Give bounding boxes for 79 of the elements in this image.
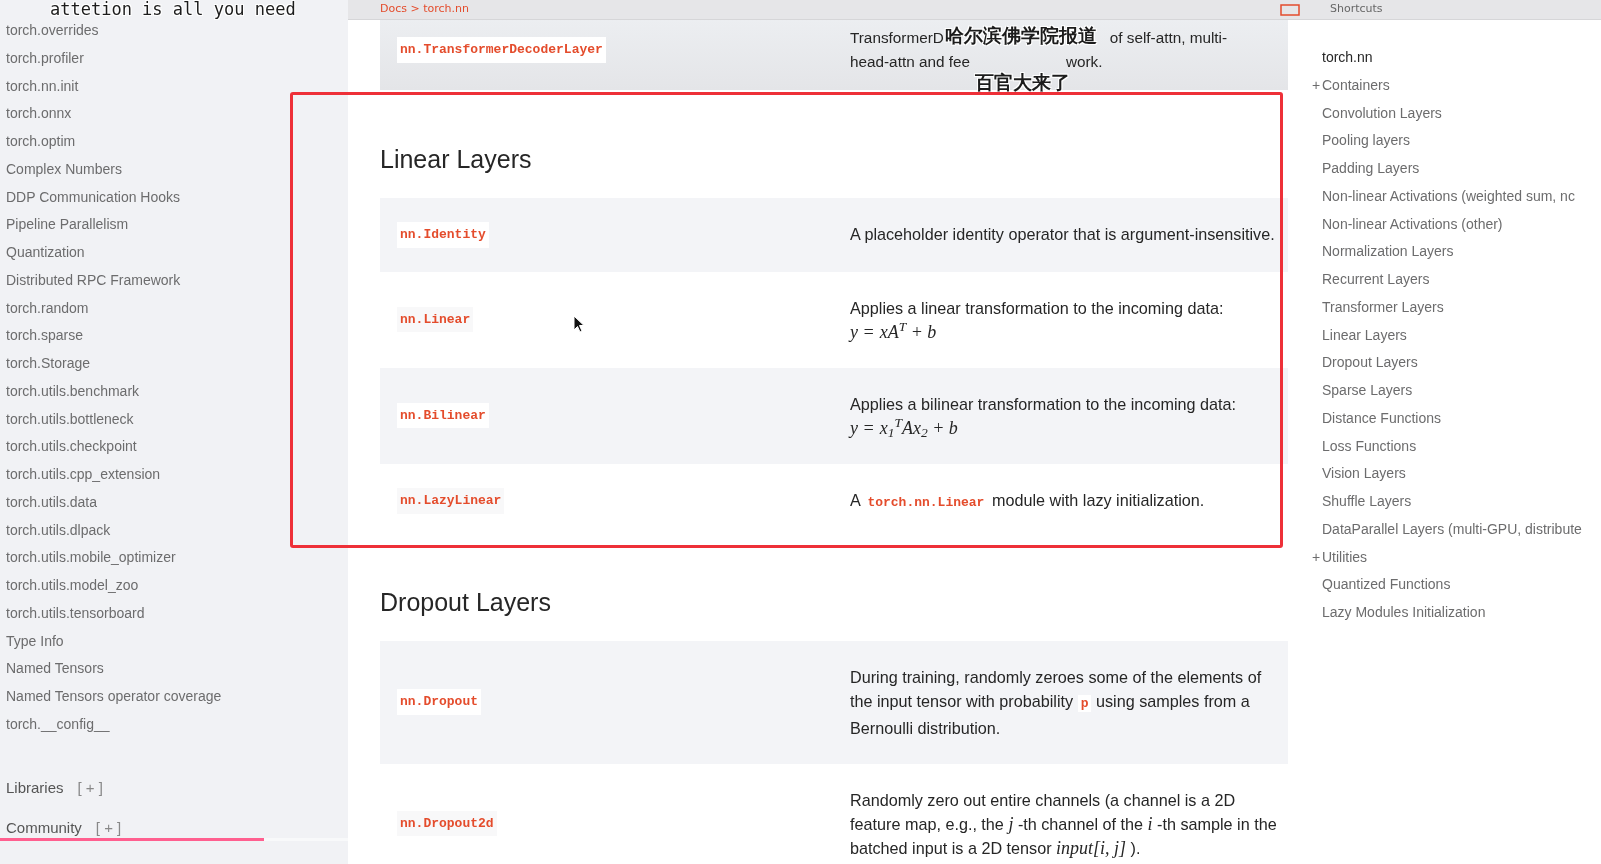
toc-item[interactable]: Distance Functions <box>1322 404 1442 433</box>
toc-item[interactable]: Loss Functions <box>1322 432 1417 461</box>
description-text: work. <box>1065 52 1103 72</box>
subtitle-text: 百官大来了 <box>975 72 1070 94</box>
sidebar-item[interactable]: torch.utils.mobile_optimizer <box>0 544 348 572</box>
description-text: During training, randomly zeroes some of the elements of the input tensor with probability p using samples from a Bernoulli distribution. <box>850 666 1263 739</box>
shortcut-icon[interactable] <box>1280 3 1300 16</box>
section-heading: Dropout Layers <box>380 586 552 618</box>
sidebar-item[interactable]: DDP Communication Hooks <box>0 183 348 212</box>
code-link[interactable]: nn.Identity <box>397 222 489 248</box>
toc-item[interactable]: Lazy Modules Initialization <box>1322 599 1486 627</box>
sidebar-item[interactable]: Type Info <box>0 627 348 656</box>
description-text: Applies a bilinear transformation to the incoming data: y = x$_{1}$$^{T}$Ax$_{2}$ + b <box>850 393 1238 440</box>
description-text: A torch.nn.Linear module with lazy initialization. <box>850 489 1206 513</box>
sidebar-item[interactable]: Named Tensors <box>0 655 348 683</box>
expand-toggle[interactable]: [ + ] <box>95 817 122 840</box>
toc-item[interactable]: Recurrent Layers <box>1322 266 1430 294</box>
code-link[interactable]: nn.LazyLinear <box>397 488 505 514</box>
toc-item[interactable]: Padding Layers <box>1322 155 1420 183</box>
code-link[interactable]: nn.Bilinear <box>397 402 489 429</box>
sidebar-item[interactable]: Named Tensors operator coverage <box>0 683 348 711</box>
toc-item[interactable]: Non-linear Activations (other) <box>1322 210 1503 239</box>
toc-item[interactable]: Transformer Layers <box>1322 293 1444 322</box>
toc-item[interactable]: Sparse Layers <box>1322 377 1413 405</box>
sidebar-item[interactable]: torch.utils.bottleneck <box>0 405 348 434</box>
sidebar-item[interactable]: torch.utils.cpp_extension <box>0 461 348 489</box>
sidebar-item[interactable]: Complex Numbers <box>0 155 348 184</box>
sidebar-item[interactable]: torch.nn.init <box>0 72 348 101</box>
sidebar-item[interactable]: torch.optim <box>0 128 348 156</box>
description-text: A placeholder identity operator that is argument-insensitive. <box>850 224 1276 245</box>
description-text: TransformerD <box>850 28 944 48</box>
video-progress-bar[interactable] <box>0 838 348 841</box>
toc-item[interactable]: Linear Layers <box>1322 321 1407 350</box>
toc-item[interactable]: torch.nn <box>1322 44 1373 72</box>
sidebar-item[interactable]: torch.utils.model_zoo <box>0 572 348 600</box>
code-link[interactable]: nn.Dropout2d <box>397 810 497 837</box>
code-link[interactable]: nn.Dropout <box>397 689 481 715</box>
description-text: Applies a linear transformation to the incoming data: y = xA$^{T}$ + b <box>850 297 1225 344</box>
sidebar-item[interactable]: torch.utils.tensorboard <box>0 599 348 628</box>
toc-item[interactable]: Vision Layers <box>1322 460 1406 488</box>
section-heading: Linear Layers <box>380 144 533 175</box>
toc-item[interactable]: Dropout Layers <box>1322 349 1418 377</box>
sidebar-item[interactable]: torch.random <box>0 294 348 323</box>
sidebar-item[interactable]: torch.utils.dlpack <box>0 516 348 545</box>
sidebar-group-label[interactable]: Community <box>6 817 82 840</box>
sidebar-item[interactable]: torch.sparse <box>0 322 348 350</box>
sidebar-item[interactable]: torch.onnx <box>0 100 348 128</box>
subtitle-text: attetion is all you need <box>50 0 296 18</box>
sidebar-item[interactable]: Pipeline Parallelism <box>0 211 348 239</box>
sidebar-item[interactable]: torch.profiler <box>0 44 348 73</box>
expand-toggle[interactable]: + <box>1310 71 1322 100</box>
toc-item[interactable]: Shuffle Layers <box>1322 488 1412 516</box>
description-text: of self-attn, multi- <box>1109 28 1228 48</box>
code-link[interactable]: nn.TransformerDecoderLayer <box>397 37 606 63</box>
sidebar-group-label[interactable]: Libraries <box>6 777 64 800</box>
toc-item[interactable]: DataParallel Layers (multi-GPU, distribute <box>1322 515 1582 544</box>
subtitle-text: 哈尔滨佛学院报道 <box>945 25 1097 47</box>
sidebar-item[interactable]: Quantization <box>0 239 348 267</box>
sidebar-item[interactable]: torch.utils.benchmark <box>0 377 348 406</box>
toc-item[interactable]: Utilities <box>1322 543 1368 572</box>
toc-item[interactable]: Non-linear Activations (weighted sum, nc <box>1322 182 1575 211</box>
description-text: Randomly zero out entire channels (a channel is a 2D feature map, e.g., the j -th channel of the i -th sample in the batched input is a 2D tensor input[i, j] ). <box>850 789 1278 860</box>
sidebar-item[interactable]: torch.Storage <box>0 350 348 378</box>
toc-item[interactable]: Pooling layers <box>1322 127 1410 155</box>
sidebar-item[interactable]: torch.__config__ <box>0 710 348 739</box>
sidebar-item[interactable]: torch.utils.data <box>0 488 348 517</box>
expand-toggle[interactable]: [ + ] <box>77 777 103 800</box>
toc-item[interactable]: Containers <box>1322 71 1390 100</box>
breadcrumb[interactable]: Docs > torch.nn <box>380 1 469 18</box>
toc-item[interactable]: Normalization Layers <box>1322 238 1454 266</box>
code-link[interactable]: nn.Linear <box>397 306 474 333</box>
expand-toggle[interactable]: + <box>1310 543 1322 572</box>
sidebar-item[interactable]: torch.utils.checkpoint <box>0 433 348 461</box>
cursor-icon <box>573 315 585 333</box>
description-text: head-attn and fee <box>850 52 970 72</box>
sidebar-item[interactable]: Distributed RPC Framework <box>0 266 348 295</box>
shortcuts-link[interactable]: Shortcuts <box>1330 1 1383 18</box>
toc-item[interactable]: Convolution Layers <box>1322 99 1442 128</box>
toc-item[interactable]: Quantized Functions <box>1322 571 1451 599</box>
